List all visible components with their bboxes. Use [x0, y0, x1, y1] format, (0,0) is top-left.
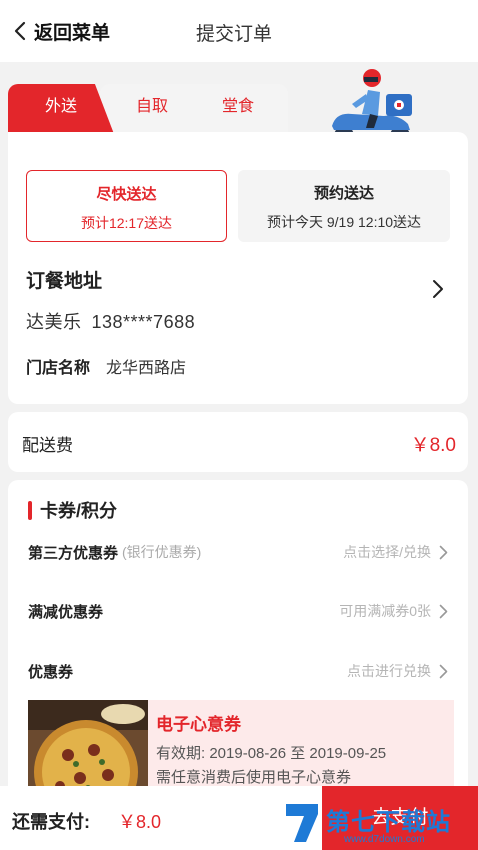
- ecard-validity: 有效期: 2019-08-26 至 2019-09-25: [156, 745, 387, 762]
- delivery-option-scheduled[interactable]: 预约送达 预计今天 9/19 12:10送达: [238, 170, 450, 242]
- coupon-title: 卡券/积分: [40, 501, 118, 521]
- delivery-card: 尽快送达 预计12:17送达 预约送达 预计今天 9/19 12:10送达 订餐…: [8, 132, 468, 404]
- ecard-title: 电子心意券: [156, 715, 241, 734]
- pay-label: 还需支付:: [12, 812, 90, 832]
- row-sublabel: (银行优惠券): [122, 544, 202, 560]
- option-title: 预约送达: [313, 185, 374, 202]
- chevron-left-icon: [14, 21, 26, 41]
- row-label: 满减优惠券: [28, 603, 104, 621]
- chevron-right-icon: [439, 664, 448, 678]
- fee-label: 配送费: [22, 436, 73, 455]
- coupon-row-third-party[interactable]: 第三方优惠券 (银行优惠券) 点击选择/兑换: [28, 537, 448, 567]
- coupon-header: 卡券/积分: [28, 497, 117, 523]
- chevron-right-icon: [439, 604, 448, 618]
- tab-delivery[interactable]: 外送: [8, 84, 114, 134]
- row-label: 优惠券: [28, 663, 74, 681]
- delivery-fee-card: 配送费 ￥8.0: [8, 412, 468, 472]
- store-label: 门店名称: [26, 360, 91, 377]
- chevron-right-icon: [439, 545, 448, 559]
- pay-amount: ￥8.0: [118, 812, 162, 832]
- row-action: 点击进行兑换: [347, 663, 431, 679]
- fee-value: ￥8.0: [410, 435, 456, 456]
- back-button[interactable]: 返回菜单: [0, 0, 110, 62]
- top-bar: 返回菜单 提交订单: [0, 0, 478, 62]
- contact-phone: 138****7688: [91, 312, 196, 332]
- row-action: 可用满减券0张: [339, 603, 431, 619]
- row-action: 点击选择/兑换: [343, 544, 431, 560]
- pay-button[interactable]: 去支付: [322, 786, 478, 850]
- bottom-pay-bar: 还需支付: ￥8.0 去支付: [0, 786, 478, 850]
- ecard-description: 需任意消费后使用电子心意券: [156, 769, 352, 786]
- delivery-option-asap[interactable]: 尽快送达 预计12:17送达: [26, 170, 227, 242]
- option-subtitle: 预计12:17送达: [80, 215, 173, 231]
- store-name: 龙华西路店: [106, 360, 187, 377]
- address-title: 订餐地址: [26, 271, 103, 292]
- coupon-row-discount[interactable]: 满减优惠券 可用满减券0张: [28, 596, 448, 626]
- option-title: 尽快送达: [96, 186, 157, 203]
- back-label: 返回菜单: [34, 22, 111, 44]
- page-title: 提交订单: [196, 24, 273, 45]
- address-contact[interactable]: 达美乐 138****7688: [26, 308, 195, 334]
- store-info: 门店名称 龙华西路店: [26, 354, 186, 378]
- coupon-row-voucher[interactable]: 优惠券 点击进行兑换: [28, 656, 448, 686]
- option-subtitle: 预计今天 9/19 12:10送达: [266, 214, 422, 230]
- chevron-right-icon[interactable]: [432, 279, 444, 299]
- section-marker: [28, 500, 32, 520]
- tab-pickup[interactable]: 自取: [100, 84, 204, 134]
- row-label: 第三方优惠券: [28, 544, 119, 562]
- contact-name: 达美乐: [26, 312, 82, 332]
- coupon-card: 卡券/积分 第三方优惠券 (银行优惠券) 点击选择/兑换 满减优惠券 可用满减券…: [8, 480, 468, 810]
